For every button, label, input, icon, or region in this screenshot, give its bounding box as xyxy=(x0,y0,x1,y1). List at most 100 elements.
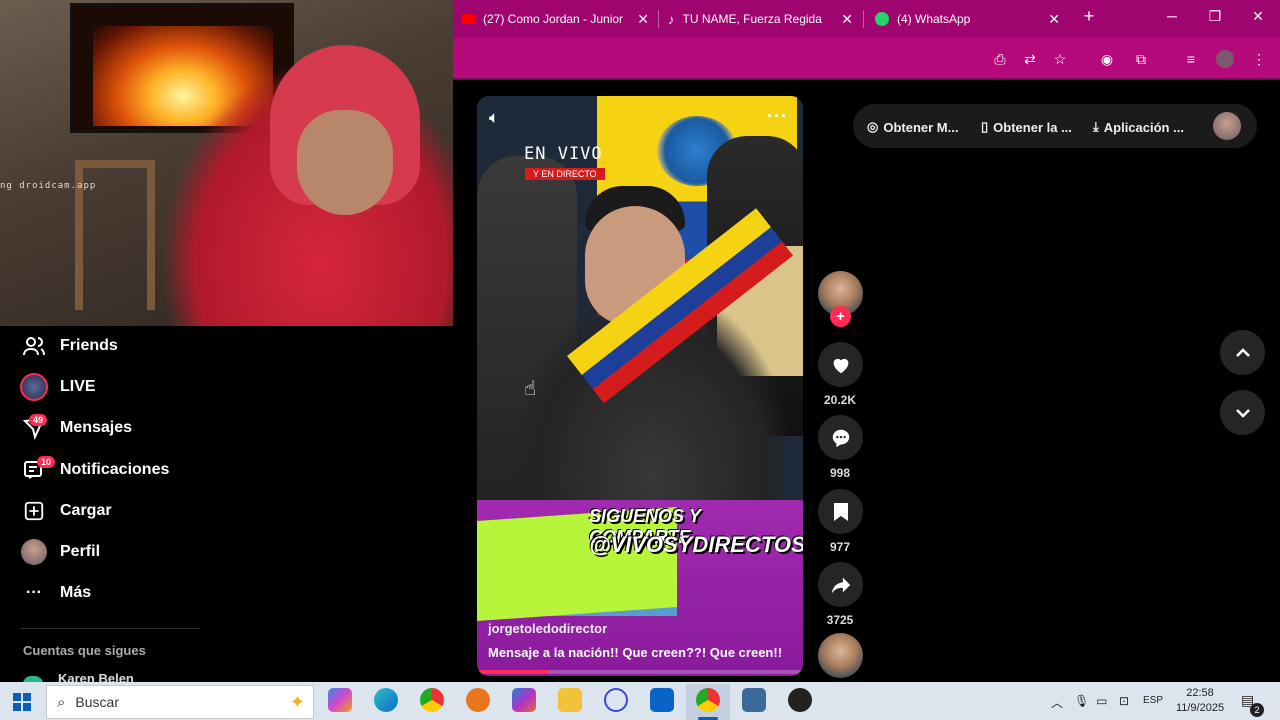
sidebar-item-more[interactable]: ··· Más xyxy=(20,578,91,608)
like-count: 20.2K xyxy=(823,393,857,407)
chevron-up-icon xyxy=(1235,347,1250,357)
app-orange-icon[interactable] xyxy=(466,688,490,712)
more-dots-icon: ··· xyxy=(26,584,42,601)
tab-whatsapp[interactable]: (4) WhatsApp ✕ xyxy=(875,4,1060,34)
sidebar-item-live[interactable]: LIVE xyxy=(20,372,96,402)
tab-youtube[interactable]: (27) Como Jordan - Junior H ✕ xyxy=(461,4,649,34)
tab-title: (27) Como Jordan - Junior H xyxy=(483,12,623,26)
clock-time: 22:58 xyxy=(1186,687,1214,699)
youtube-icon xyxy=(461,14,475,24)
close-icon[interactable]: ✕ xyxy=(1048,11,1060,28)
download-icon: ⤓ xyxy=(1093,119,1099,134)
m365-icon[interactable] xyxy=(512,688,536,712)
get-app-label: Obtener la ... xyxy=(993,119,1072,135)
follow-button[interactable]: + xyxy=(830,306,851,327)
next-creator-avatar[interactable] xyxy=(818,633,863,678)
webcam-overlay: ng droidcam.app xyxy=(0,0,453,326)
whatsapp-icon xyxy=(875,12,889,26)
file-explorer-icon[interactable] xyxy=(558,688,582,712)
close-window-button[interactable]: ✕ xyxy=(1248,8,1268,28)
more-options-icon[interactable]: ··· xyxy=(767,106,788,127)
outlook-icon[interactable] xyxy=(650,688,674,712)
chevron-down-icon xyxy=(1235,408,1250,418)
menu-dots-icon[interactable]: ⋮ xyxy=(1250,50,1268,68)
search-placeholder: Buscar xyxy=(75,694,119,710)
get-coins-label: Obtener M... xyxy=(883,119,959,135)
volume-icon[interactable]: 🔈︎ xyxy=(489,108,499,128)
coin-icon: ◎ xyxy=(867,119,879,134)
copilot-icon[interactable] xyxy=(328,688,352,712)
taskbar-search[interactable]: ⌕ Buscar ✦ xyxy=(46,685,314,719)
live-watermark-tag: Y EN DIRECTO xyxy=(525,168,605,180)
tab-title: TU NAME, Fuerza Regida: Ac xyxy=(682,12,823,26)
app-blue-icon[interactable] xyxy=(604,688,628,712)
battery-icon[interactable]: ▭ xyxy=(1096,694,1107,708)
like-button[interactable] xyxy=(818,342,863,387)
sidebar-item-profile[interactable]: Perfil xyxy=(20,537,100,567)
sidebar-item-label: Cargar xyxy=(60,502,112,519)
translate-icon[interactable]: ⇄ xyxy=(1021,50,1039,68)
tiktok-icon: ♪ xyxy=(668,11,675,27)
chevron-up-tray-icon[interactable]: ︿ xyxy=(1051,694,1063,711)
sidebar-item-label: Mensajes xyxy=(60,419,133,436)
get-coins-button[interactable]: ◎ Obtener M... xyxy=(867,119,958,135)
next-video-button[interactable] xyxy=(1220,390,1265,435)
tab-tiktok[interactable]: ♪ TU NAME, Fuerza Regida: Ac ✕ xyxy=(668,4,853,34)
clock-date: 11/9/2025 xyxy=(1175,702,1225,714)
minimize-button[interactable]: ─ xyxy=(1162,8,1182,28)
new-tab-button[interactable]: + xyxy=(1079,6,1099,26)
video-author[interactable]: jorgetoledodirector xyxy=(488,621,607,636)
tab-title: (4) WhatsApp xyxy=(897,12,971,26)
extension-icon[interactable]: ◉ xyxy=(1098,50,1116,68)
sidebar-item-label: Más xyxy=(60,584,92,601)
restore-button[interactable]: ❐ xyxy=(1205,8,1225,28)
close-icon[interactable]: ✕ xyxy=(841,11,853,28)
save-button[interactable] xyxy=(818,489,863,534)
notifications-badge: 10 xyxy=(37,456,56,468)
video-caption: Mensaje a la nación!! Que creen??! Que c… xyxy=(488,645,783,660)
phone-icon: ▯ xyxy=(981,119,989,134)
profile-avatar xyxy=(20,538,48,566)
chrome-icon[interactable] xyxy=(420,688,444,712)
puzzle-icon[interactable]: ⧉ xyxy=(1132,50,1150,68)
media-control-icon[interactable]: ≡ xyxy=(1182,50,1200,68)
chrome-active-icon[interactable] xyxy=(696,688,720,712)
windows-start-icon[interactable] xyxy=(13,693,31,711)
progress-fill xyxy=(477,670,549,674)
friends-icon xyxy=(20,332,48,360)
profile-avatar-icon[interactable] xyxy=(1216,50,1234,68)
sidebar-item-label: Notificaciones xyxy=(60,461,170,478)
mouse-cursor-icon: ☝︎ xyxy=(524,378,537,400)
app-dark-icon[interactable] xyxy=(788,688,812,712)
account-avatar[interactable] xyxy=(1213,112,1241,140)
comment-count: 998 xyxy=(829,466,851,480)
desktop-app-label: Aplicación ... xyxy=(1103,119,1184,135)
save-count: 977 xyxy=(829,540,851,554)
streamer-face xyxy=(297,110,393,215)
previous-video-button[interactable] xyxy=(1220,330,1265,375)
microphone-icon[interactable]: 🎙︎ xyxy=(1074,694,1089,708)
messages-badge: 49 xyxy=(29,414,48,426)
video-progress-bar[interactable] xyxy=(477,670,803,674)
sidebar-item-friends[interactable]: Friends xyxy=(20,331,118,361)
clock[interactable]: 22:58 11/9/2025 xyxy=(1175,686,1225,716)
sidebar-item-label: LIVE xyxy=(60,378,96,395)
share-button[interactable] xyxy=(818,562,863,607)
bookmark-icon xyxy=(833,502,848,521)
sidebar-item-upload[interactable]: Cargar xyxy=(20,496,112,526)
comment-button[interactable] xyxy=(818,415,863,460)
language-indicator[interactable]: ESP xyxy=(1143,695,1163,706)
install-app-icon[interactable]: ⎙ xyxy=(991,50,1009,68)
edge-icon[interactable] xyxy=(374,688,398,712)
heart-icon xyxy=(833,358,848,373)
comment-icon xyxy=(832,429,849,447)
get-app-button[interactable]: ▯ Obtener la ... xyxy=(981,119,1072,135)
calculator-icon[interactable] xyxy=(742,688,766,712)
bookmark-star-icon[interactable]: ☆ xyxy=(1051,50,1069,68)
network-icon[interactable]: ⊡ xyxy=(1119,694,1129,708)
close-icon[interactable]: ✕ xyxy=(637,11,649,28)
share-count: 3725 xyxy=(826,613,854,627)
desktop-app-button[interactable]: ⤓ Aplicación ... xyxy=(1093,119,1184,135)
live-avatar-icon xyxy=(20,373,48,401)
share-icon xyxy=(831,577,850,593)
